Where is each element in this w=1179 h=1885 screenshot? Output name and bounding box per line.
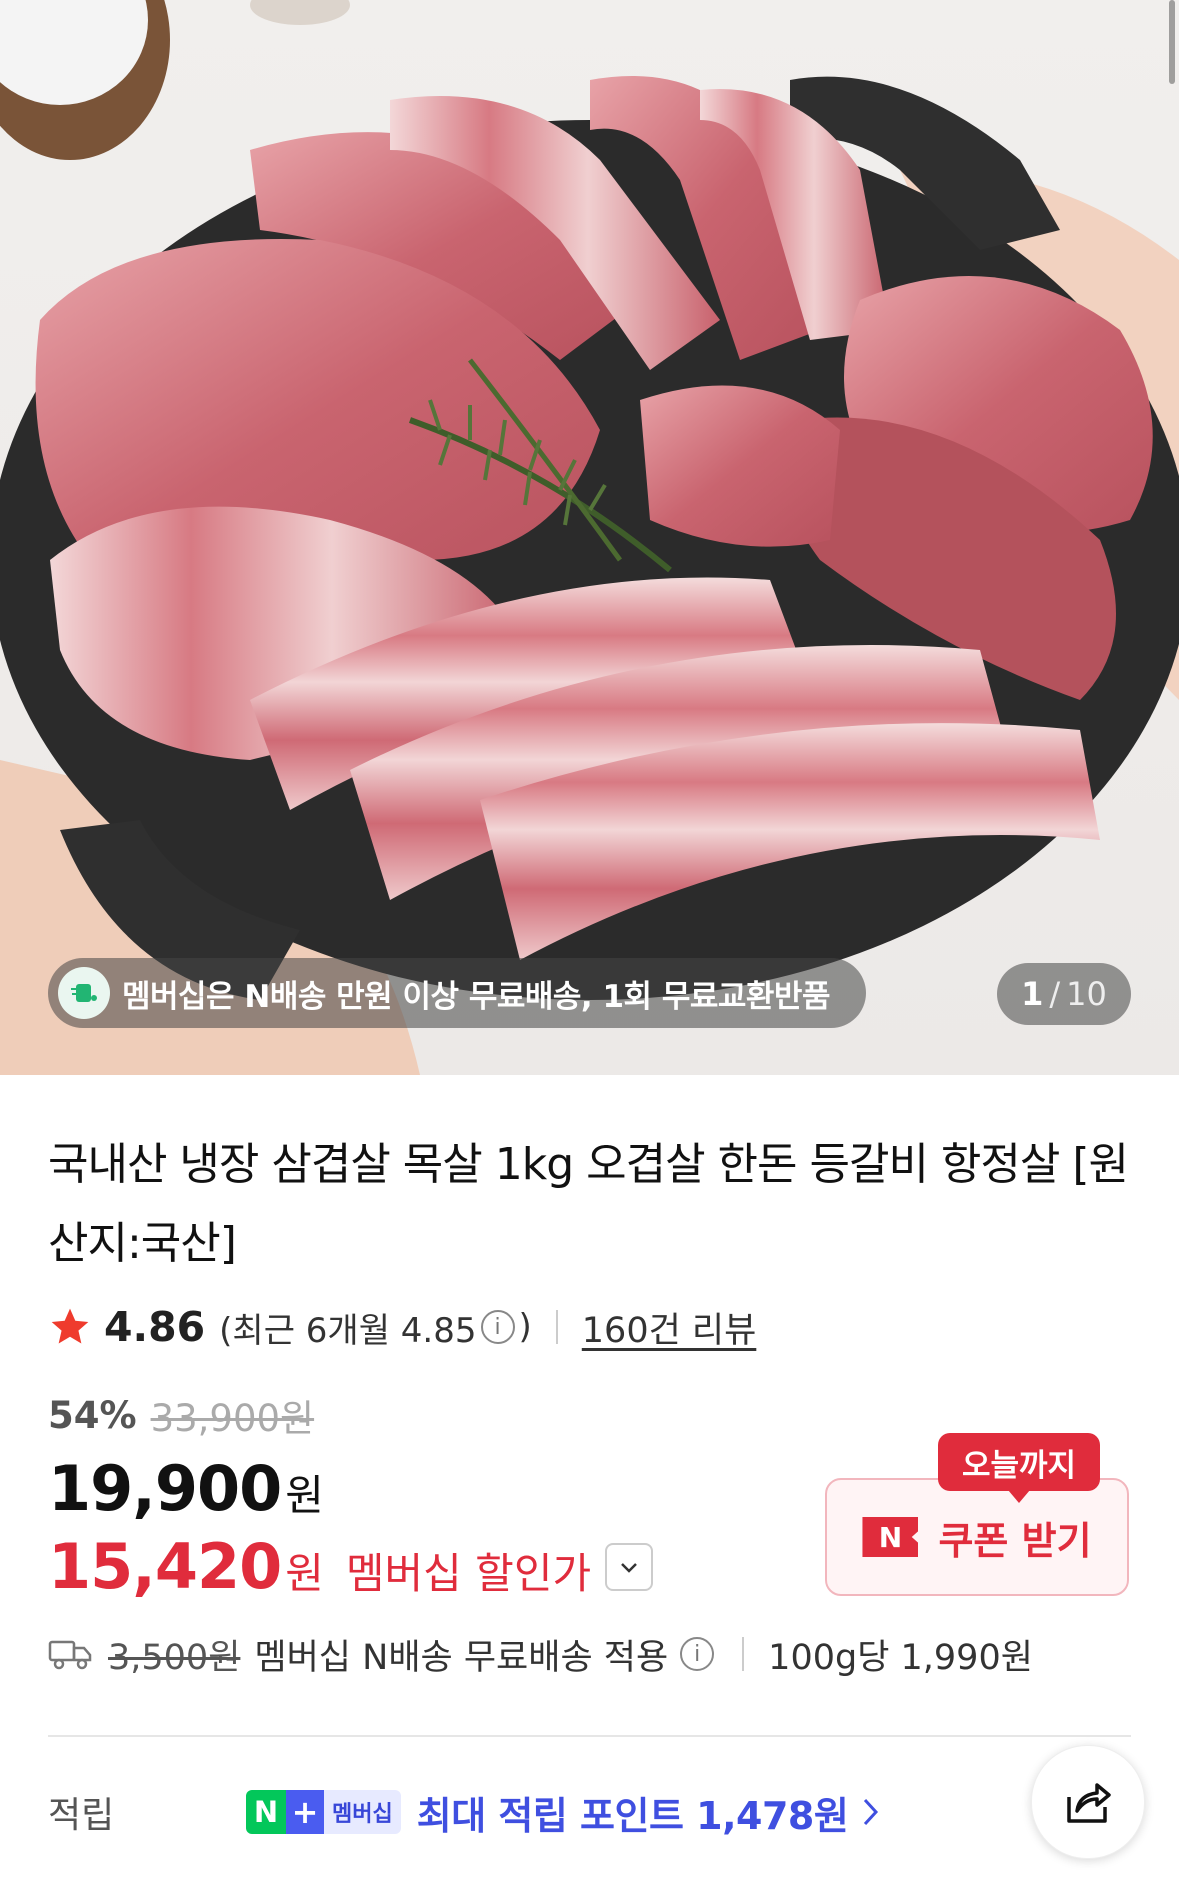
max-points-text: 최대 적립 포인트 1,478원: [416, 1793, 849, 1838]
naver-plus-membership-badge: N + 멤버십: [246, 1790, 401, 1834]
image-counter-total: 10: [1066, 975, 1107, 1013]
product-title: 국내산 냉장 삼겹살 목살 1kg 오겹살 한돈 등갈비 항정살 [원산지:국산…: [48, 1139, 1129, 1269]
unit-price: 100g당 1,990원: [768, 1637, 1033, 1678]
info-icon[interactable]: i: [680, 1637, 715, 1671]
points-label: 적립: [48, 1795, 115, 1836]
section-divider: [48, 1735, 1131, 1737]
points-row[interactable]: 적립 N + 멤버십 최대 적립 포인트 1,478원: [48, 1786, 882, 1838]
image-counter: 1 / 10: [997, 963, 1131, 1025]
share-icon: [1067, 1783, 1111, 1823]
original-shipping-fee: 3,500원: [108, 1637, 241, 1678]
badge-plus: +: [286, 1790, 324, 1834]
discount-percent: 54%: [48, 1393, 137, 1437]
naver-coupon-icon: N: [862, 1517, 919, 1557]
recent-rating-close: ): [518, 1307, 532, 1347]
promo-text: 멤버십은 N배송 만원 이상 무료배송, 1회 무료교환반품: [122, 978, 830, 1015]
coupon-button[interactable]: N 쿠폰 받기: [825, 1478, 1129, 1596]
member-price: 15,420: [48, 1530, 282, 1603]
review-count-link[interactable]: 160건 리뷰: [582, 1302, 757, 1353]
shipping-text: 멤버십 N배송 무료배송 적용: [254, 1637, 669, 1678]
truck-icon: [48, 1640, 92, 1670]
coupon-deadline-tag: 오늘까지: [938, 1433, 1100, 1503]
chevron-right-icon: [864, 1798, 879, 1826]
delivery-icon: [58, 967, 110, 1019]
chevron-down-icon[interactable]: [605, 1542, 654, 1591]
coupon-label: 쿠폰 받기: [938, 1518, 1092, 1563]
rating-row: 4.86 (최근 6개월 4.85 i ) 160건 리뷰: [48, 1302, 756, 1352]
recent-rating: (최근 6개월 4.85 i ): [219, 1303, 532, 1352]
share-button[interactable]: [1031, 1745, 1145, 1859]
scrollbar[interactable]: [1169, 0, 1175, 84]
member-price-row[interactable]: 15,420 원 멤버십 할인가: [48, 1530, 654, 1603]
membership-promo-banner[interactable]: 멤버십은 N배송 만원 이상 무료배송, 1회 무료교환반품: [48, 958, 866, 1028]
original-price: 33,900원: [150, 1397, 315, 1440]
sale-price-row: 19,900 원: [48, 1452, 324, 1525]
member-price-label: 멤버십 할인가: [345, 1549, 592, 1598]
info-icon[interactable]: i: [480, 1310, 515, 1344]
divider: [742, 1637, 745, 1671]
product-photo: [0, 0, 1179, 1075]
image-counter-separator: /: [1049, 975, 1061, 1013]
image-counter-current: 1: [1021, 975, 1044, 1013]
divider: [555, 1310, 558, 1344]
sale-price-currency: 원: [285, 1471, 324, 1520]
rating-score: 4.86: [104, 1303, 206, 1351]
recent-rating-text: (최근 6개월 4.85: [219, 1310, 477, 1351]
discount-row: 54% 33,900원: [48, 1388, 314, 1442]
product-image-gallery[interactable]: 멤버십은 N배송 만원 이상 무료배송, 1회 무료교환반품 1 / 10: [0, 0, 1179, 1075]
member-price-currency: 원: [285, 1549, 324, 1598]
badge-membership: 멤버십: [324, 1790, 401, 1834]
sale-price: 19,900: [48, 1452, 282, 1525]
shipping-row: 3,500원 멤버십 N배송 무료배송 적용 i 100g당 1,990원: [48, 1630, 1033, 1678]
star-icon: [51, 1308, 89, 1344]
badge-n: N: [246, 1790, 286, 1834]
